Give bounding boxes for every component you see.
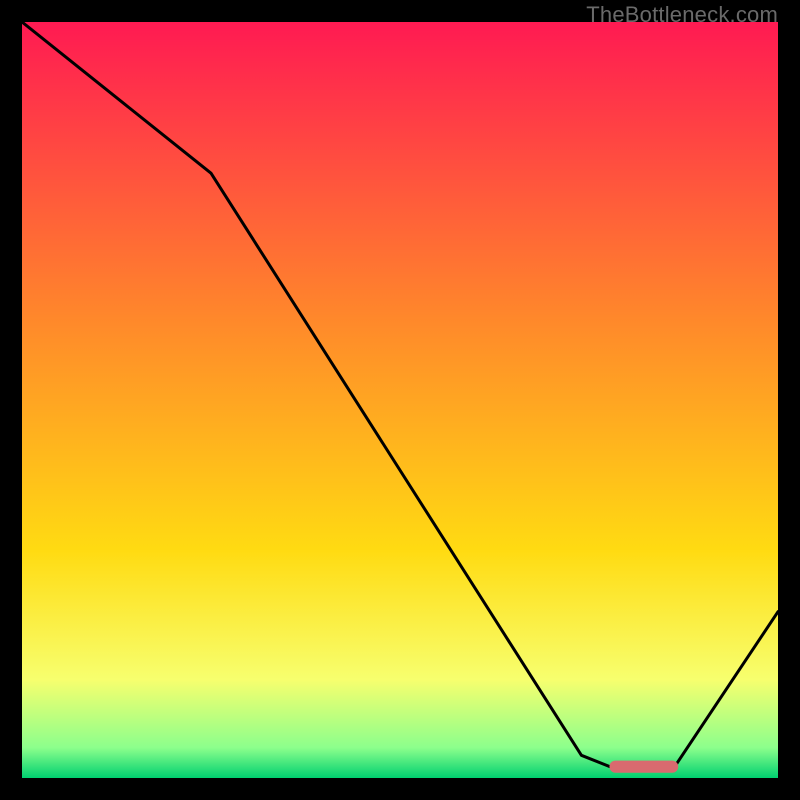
chart-svg	[22, 22, 778, 778]
chart-background	[22, 22, 778, 778]
chart-container: TheBottleneck.com	[0, 0, 800, 800]
watermark: TheBottleneck.com	[586, 2, 778, 28]
plot-area	[22, 22, 778, 778]
